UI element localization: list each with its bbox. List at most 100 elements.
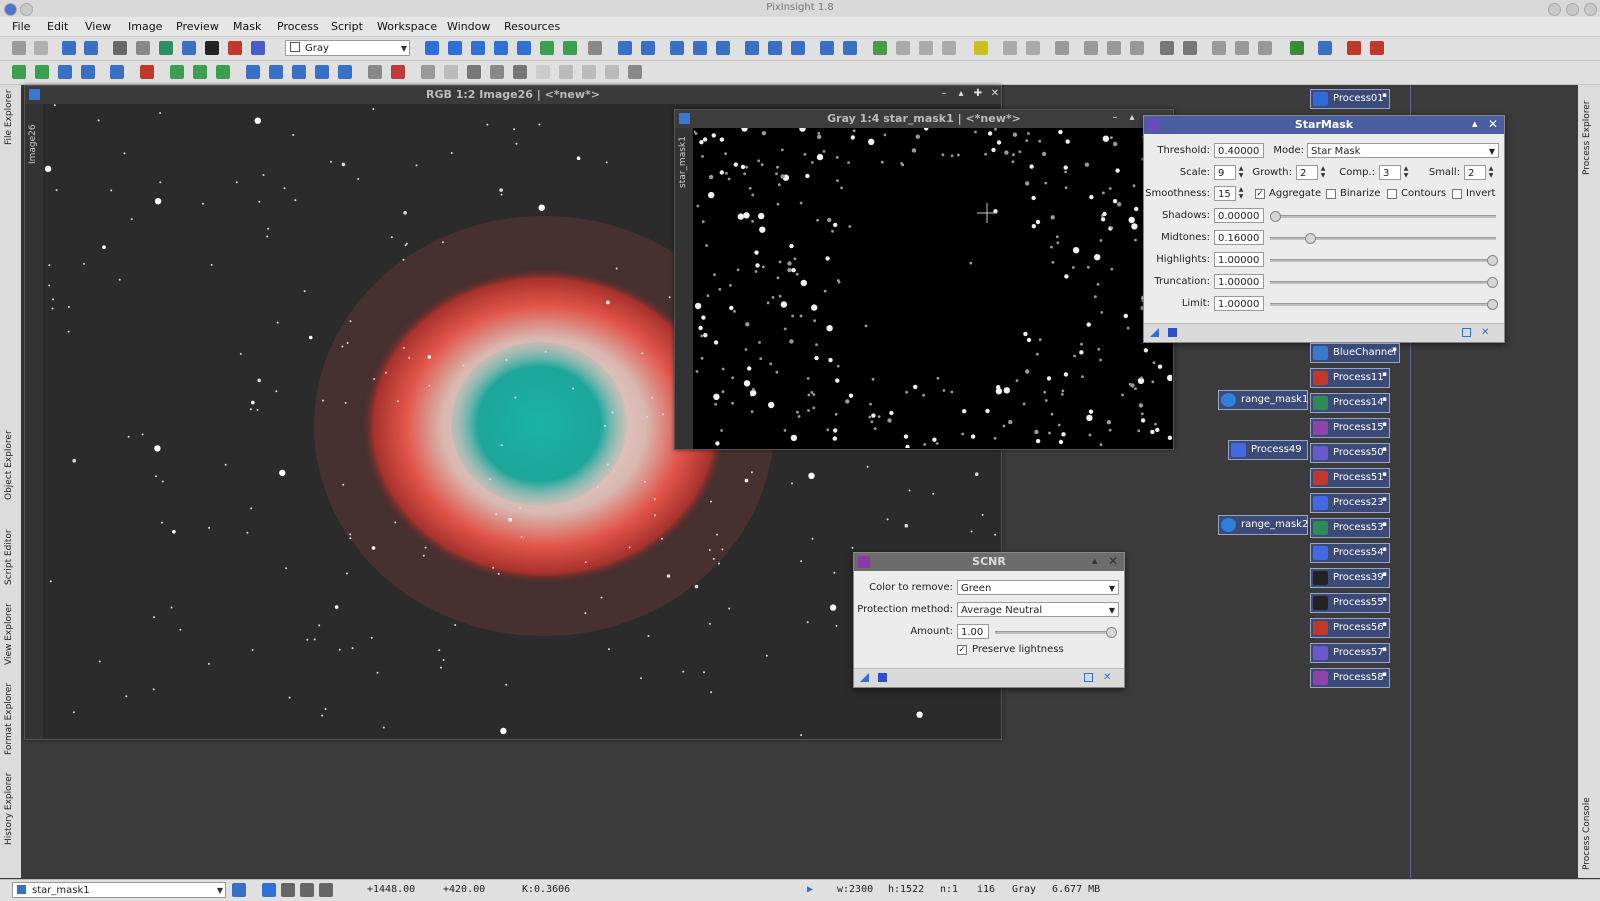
pan-icon[interactable]: [425, 41, 439, 55]
tool-o-icon[interactable]: [1370, 41, 1384, 55]
highlights-slider[interactable]: [1270, 255, 1498, 266]
shade-icon[interactable]: ▴: [955, 88, 967, 100]
image-window-title[interactable]: RGB 1:2 Image26 | <*new*>: [25, 86, 1001, 104]
scnr-title[interactable]: SCNR: [854, 553, 1124, 571]
fit-window-icon[interactable]: [745, 41, 759, 55]
flip2-icon[interactable]: [269, 65, 283, 79]
shade-icon[interactable]: ▴: [1126, 112, 1138, 124]
tool-m-icon[interactable]: [1318, 41, 1332, 55]
maximize-icon[interactable]: [1566, 3, 1579, 16]
mask-window-title[interactable]: Gray 1:4 star_mask1 | <*new*>: [675, 110, 1173, 128]
mode2-icon[interactable]: [281, 883, 295, 897]
process-icon-process55[interactable]: Process55 ▪: [1310, 593, 1390, 613]
readout-icon[interactable]: [540, 41, 554, 55]
highlights-field[interactable]: 1.00000: [1214, 252, 1264, 267]
color-remove-select[interactable]: Green ▼: [957, 580, 1119, 595]
smoothness-field[interactable]: 15: [1214, 186, 1236, 201]
close-icon[interactable]: [1584, 3, 1597, 16]
truncation-slider-handle[interactable]: [1487, 277, 1498, 288]
play-icon[interactable]: ▶: [807, 884, 813, 895]
maximize-icon[interactable]: ✚: [972, 88, 984, 100]
apply-global-icon[interactable]: [878, 673, 887, 682]
tool-e-icon[interactable]: [1107, 41, 1121, 55]
process-icon-process01[interactable]: Process01 ▪: [1310, 89, 1390, 109]
invert-checkbox[interactable]: [1452, 189, 1462, 199]
shadows-field[interactable]: 0.00000: [1214, 208, 1264, 223]
limit-slider-handle[interactable]: [1487, 299, 1498, 310]
apply-global-icon[interactable]: [1168, 328, 1177, 337]
shadows-slider[interactable]: [1270, 211, 1496, 222]
midtones-slider-handle[interactable]: [1304, 233, 1316, 244]
show-mask-icon[interactable]: [228, 41, 242, 55]
color-icon[interactable]: [391, 65, 405, 79]
smoothness-spin[interactable]: ▲ ▼: [1236, 186, 1246, 201]
process-icon-process50[interactable]: Process50 ▪: [1310, 443, 1390, 463]
binarize-checkbox[interactable]: [1326, 189, 1336, 199]
binoculars-icon[interactable]: [670, 41, 684, 55]
window2-icon[interactable]: [843, 41, 857, 55]
tool-n-icon[interactable]: [1347, 41, 1361, 55]
menu-preview[interactable]: Preview: [176, 20, 219, 33]
comp-spin[interactable]: ▲ ▼: [1401, 165, 1411, 180]
view-icon[interactable]: [232, 883, 246, 897]
doc2-icon[interactable]: [919, 41, 933, 55]
geometry2-icon[interactable]: [35, 65, 49, 79]
process-icon-process58[interactable]: Process58 ▪: [1310, 668, 1390, 688]
comp-field[interactable]: 3: [1379, 165, 1401, 180]
process-icon-process15[interactable]: Process15 ▪: [1310, 418, 1390, 438]
mode1-icon[interactable]: [262, 883, 276, 897]
limit-slider[interactable]: [1270, 299, 1498, 310]
midtones-slider[interactable]: [1270, 233, 1496, 244]
magnify-out-icon[interactable]: [641, 41, 655, 55]
tool-g-icon[interactable]: [1160, 41, 1174, 55]
process-icon-process51[interactable]: Process51 ▪: [1310, 468, 1390, 488]
new-image-icon[interactable]: [62, 41, 76, 55]
scale-spin[interactable]: ▲ ▼: [1236, 165, 1246, 180]
small-field[interactable]: 2: [1464, 165, 1486, 180]
rgb-icon[interactable]: [368, 65, 382, 79]
tool-i-icon[interactable]: [1212, 41, 1226, 55]
cursor-icon[interactable]: [588, 41, 602, 55]
contours-checkbox[interactable]: [1387, 189, 1397, 199]
redo-icon[interactable]: [34, 41, 48, 55]
close-icon[interactable]: ✕: [1108, 554, 1118, 568]
process-icon-process11[interactable]: Process11 ▪: [1310, 368, 1390, 388]
tool-l-icon[interactable]: [1290, 41, 1304, 55]
highlights-slider-handle[interactable]: [1487, 255, 1498, 266]
window-icon[interactable]: [820, 41, 834, 55]
channel-combo[interactable]: Gray ▼: [285, 40, 410, 56]
process-icon-process56[interactable]: Process56 ▪: [1310, 618, 1390, 638]
doc-icon[interactable]: [896, 41, 910, 55]
channel5-icon[interactable]: [559, 65, 573, 79]
close-icon[interactable]: ✕: [1488, 117, 1498, 131]
image-side-tab[interactable]: Image26: [25, 104, 43, 739]
binoculars2-icon[interactable]: [693, 41, 707, 55]
magnify-icon[interactable]: [618, 41, 632, 55]
reset-icon[interactable]: ✕: [1103, 673, 1112, 683]
screen-icon[interactable]: [182, 41, 196, 55]
process-icon-bluechannel[interactable]: BlueChannel ▪: [1310, 343, 1400, 363]
scale-field[interactable]: 9: [1214, 165, 1236, 180]
tile-icon[interactable]: [768, 41, 782, 55]
minimize-icon[interactable]: [1548, 3, 1561, 16]
zoom-in-icon[interactable]: [494, 41, 508, 55]
menu-script[interactable]: Script: [331, 20, 363, 33]
mask-link-icon[interactable]: [421, 65, 435, 79]
cascade-icon[interactable]: [791, 41, 805, 55]
channel6-icon[interactable]: [582, 65, 596, 79]
tool-h-icon[interactable]: [1183, 41, 1197, 55]
mode4-icon[interactable]: [319, 883, 333, 897]
flip3-icon[interactable]: [292, 65, 306, 79]
channel8-icon[interactable]: [628, 65, 642, 79]
menu-edit[interactable]: Edit: [47, 20, 68, 33]
histogram-icon[interactable]: [873, 41, 887, 55]
process-icon-process54[interactable]: Process54 ▪: [1310, 543, 1390, 563]
doc3-icon[interactable]: [942, 41, 956, 55]
preserve-lightness-checkbox[interactable]: ✓: [957, 645, 967, 655]
tool-f-icon[interactable]: [1130, 41, 1144, 55]
highlight-icon[interactable]: [974, 41, 988, 55]
arrows-icon[interactable]: [110, 65, 124, 79]
star-mask-image[interactable]: [694, 128, 1172, 448]
process-icon-process23[interactable]: Process23 ▪: [1310, 493, 1390, 513]
mask-icon[interactable]: [205, 41, 219, 55]
